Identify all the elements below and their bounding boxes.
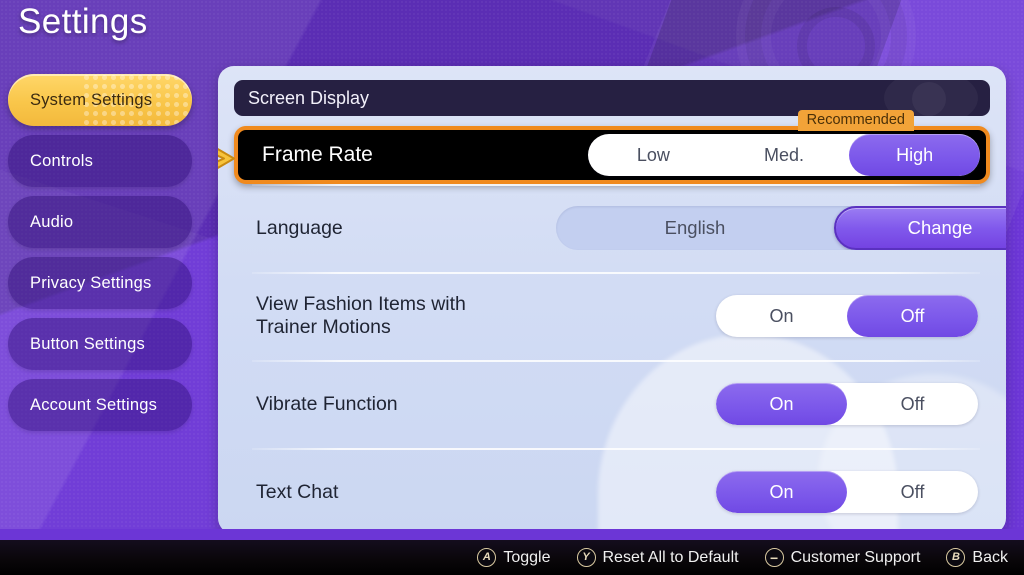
view-fashion-items-segmented-control[interactable]: On Off (716, 295, 978, 337)
setting-row-text-chat[interactable]: Text Chat On Off (234, 448, 990, 534)
bottom-purple-band (0, 529, 1024, 540)
hint-label: Back (972, 548, 1008, 566)
hint-customer-support[interactable]: − Customer Support (764, 548, 921, 567)
segment-option-on[interactable]: On (716, 295, 847, 337)
setting-label: Text Chat (256, 480, 339, 503)
sidebar-item-label: System Settings (30, 90, 153, 109)
segment-option-off[interactable]: Off (847, 295, 978, 337)
hint-back[interactable]: B Back (946, 548, 1008, 567)
view-fashion-items-control[interactable]: On Off (716, 295, 978, 337)
minus-button-icon: − (764, 548, 784, 567)
language-control[interactable]: English Change (556, 206, 1006, 250)
setting-row-view-fashion-items[interactable]: View Fashion Items with Trainer Motions … (234, 272, 990, 360)
cursor-chevron-icon (218, 148, 235, 169)
y-button-icon: Y (576, 548, 596, 567)
sidebar-item-system-settings[interactable]: System Settings (8, 74, 192, 126)
setting-label: Frame Rate (262, 142, 373, 166)
setting-row-frame-rate[interactable]: Frame Rate Recommended Low Med. High (218, 110, 990, 184)
sidebar-item-account-settings[interactable]: Account Settings (8, 379, 192, 431)
sidebar-item-label: Privacy Settings (30, 273, 152, 292)
segment-option-high[interactable]: High (849, 134, 980, 176)
frame-rate-control[interactable]: Recommended Low Med. High (588, 110, 986, 176)
language-value-group[interactable]: English Change (556, 206, 1006, 250)
sidebar-item-label: Controls (30, 151, 94, 170)
sidebar-item-button-settings[interactable]: Button Settings (8, 318, 192, 370)
status-bar: A Toggle Y Reset All to Default − Custom… (0, 540, 1024, 575)
hint-reset-all-to-default[interactable]: Y Reset All to Default (576, 548, 739, 567)
setting-row-language[interactable]: Language English Change (234, 184, 1006, 272)
page-title: Settings (18, 2, 148, 41)
language-current-value: English (664, 217, 726, 238)
recommended-badge: Recommended (797, 110, 914, 131)
hint-label: Toggle (503, 548, 551, 566)
segment-option-low[interactable]: Low (588, 134, 719, 176)
vibrate-function-control[interactable]: On Off (716, 383, 978, 425)
section-header-decor-icon-2 (912, 82, 946, 116)
setting-label-line1: View Fashion Items with (256, 293, 466, 315)
segment-option-off[interactable]: Off (847, 383, 978, 425)
sidebar-item-controls[interactable]: Controls (8, 135, 192, 187)
segment-option-on[interactable]: On (716, 471, 847, 513)
sidebar-item-audio[interactable]: Audio (8, 196, 192, 248)
sidebar-item-privacy-settings[interactable]: Privacy Settings (8, 257, 192, 309)
setting-row-vibrate-function[interactable]: Vibrate Function On Off (234, 360, 990, 448)
hint-label: Reset All to Default (602, 548, 739, 566)
game-settings-screen: Settings System Settings Controls Audio … (0, 0, 1024, 575)
section-header-label: Screen Display (248, 87, 370, 108)
frame-rate-segmented-control[interactable]: Low Med. High (588, 134, 980, 176)
b-button-icon: B (946, 548, 966, 567)
settings-panel: Screen Display Frame Rate Recommended Lo… (218, 66, 1006, 534)
setting-label: Vibrate Function (256, 392, 398, 415)
hint-label: Customer Support (790, 548, 921, 566)
segment-option-med[interactable]: Med. (719, 134, 850, 176)
segment-option-off[interactable]: Off (847, 471, 978, 513)
segment-option-on[interactable]: On (716, 383, 847, 425)
hint-toggle[interactable]: A Toggle (477, 548, 551, 567)
change-language-button[interactable]: Change (834, 206, 1006, 250)
setting-label: Language (256, 216, 343, 239)
sidebar-item-label: Audio (30, 212, 74, 231)
setting-label: View Fashion Items with Trainer Motions (256, 293, 556, 339)
sidebar-item-label: Button Settings (30, 334, 145, 353)
text-chat-control[interactable]: On Off (716, 471, 978, 513)
sidebar-item-label: Account Settings (30, 395, 158, 414)
text-chat-segmented-control[interactable]: On Off (716, 471, 978, 513)
setting-label-line2: Trainer Motions (256, 316, 391, 338)
sidebar: System Settings Controls Audio Privacy S… (8, 74, 192, 440)
a-button-icon: A (477, 548, 497, 567)
vibrate-function-segmented-control[interactable]: On Off (716, 383, 978, 425)
